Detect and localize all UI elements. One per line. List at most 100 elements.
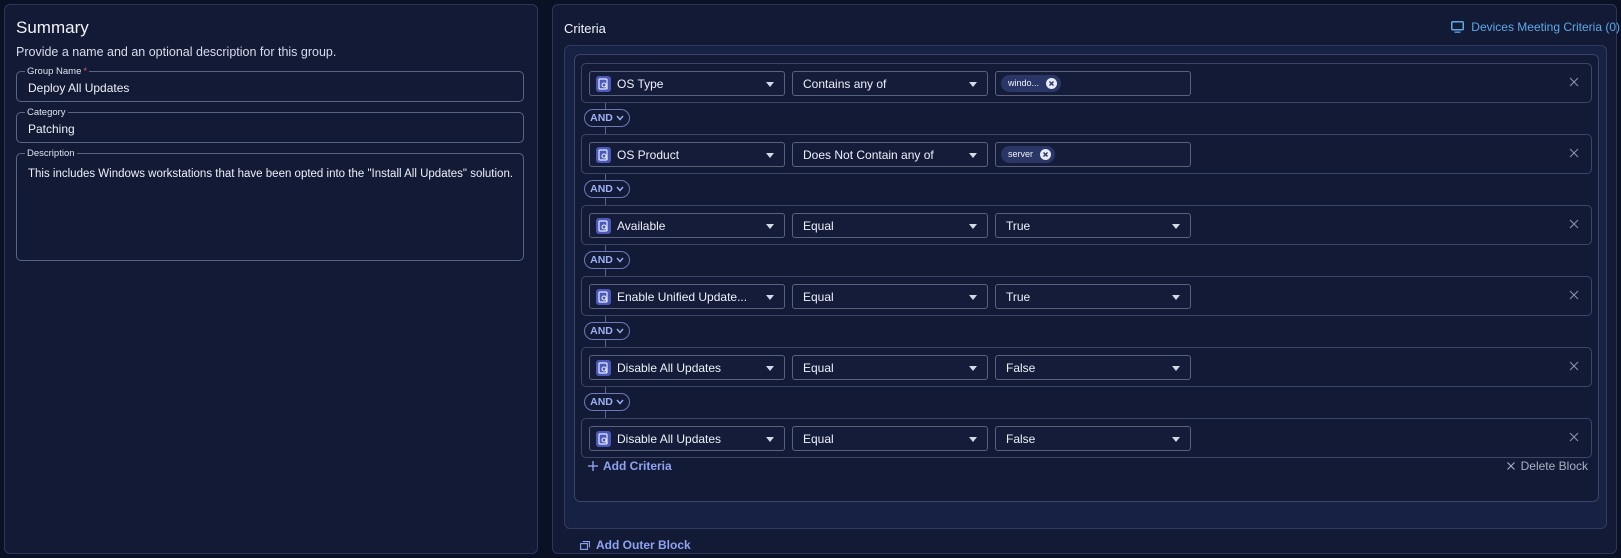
search-doc-icon <box>596 289 611 305</box>
field-select[interactable]: Available <box>589 213 785 238</box>
category-field[interactable]: Category Patching <box>16 107 524 143</box>
outer-block: OS Type Contains any of windo... AND OS … <box>564 45 1607 552</box>
chevron-down-icon <box>616 115 624 121</box>
value-select-value: True <box>1006 290 1031 304</box>
description-field[interactable]: Description This includes Windows workst… <box>16 148 524 261</box>
chip-label: windo... <box>1008 78 1040 88</box>
monitor-icon <box>1451 21 1465 33</box>
value-select-value: False <box>1006 361 1036 375</box>
category-label: Category <box>25 107 68 118</box>
inner-block: OS Type Contains any of windo... AND OS … <box>574 54 1599 502</box>
and-label: AND <box>590 325 613 337</box>
description-label: Description <box>25 148 77 159</box>
chevron-down-icon <box>969 82 977 87</box>
add-criteria-button[interactable]: Add Criteria <box>588 459 672 473</box>
operator-select[interactable]: Equal <box>792 426 988 451</box>
value-select[interactable]: True <box>995 213 1191 238</box>
chevron-down-icon <box>969 153 977 158</box>
add-criteria-label: Add Criteria <box>603 459 672 473</box>
chevron-down-icon <box>766 295 774 300</box>
delete-block-button[interactable]: Delete Block <box>1506 459 1588 473</box>
chevron-down-icon <box>766 437 774 442</box>
value-chip: server <box>1001 146 1056 163</box>
operator-select[interactable]: Equal <box>792 355 988 380</box>
plus-icon <box>588 461 598 471</box>
summary-title: Summary <box>16 18 89 37</box>
and-label: AND <box>590 112 613 124</box>
search-doc-icon <box>596 218 611 234</box>
and-toggle[interactable]: AND <box>584 251 630 269</box>
chevron-down-icon <box>1172 437 1180 442</box>
search-doc-icon <box>596 147 611 163</box>
search-doc-icon <box>596 76 611 92</box>
value-select-value: False <box>1006 432 1036 446</box>
field-select[interactable]: Disable All Updates <box>589 355 785 380</box>
chevron-down-icon <box>969 224 977 229</box>
add-outer-block-button[interactable]: Add Outer Block <box>580 538 691 552</box>
field-select-value: Enable Unified Update... <box>617 290 748 304</box>
criteria-row: OS Type Contains any of windo... <box>581 63 1592 103</box>
description-textarea[interactable]: This includes Windows workstations that … <box>28 168 513 180</box>
group-name-input[interactable]: Deploy All Updates <box>28 81 129 95</box>
chip-remove-icon[interactable] <box>1040 149 1052 160</box>
criteria-title: Criteria <box>564 21 606 36</box>
category-input[interactable]: Patching <box>28 122 75 136</box>
and-toggle[interactable]: AND <box>584 180 630 198</box>
value-multiselect[interactable]: server <box>995 142 1191 167</box>
field-select-value: Disable All Updates <box>617 432 722 446</box>
search-doc-icon <box>596 360 611 376</box>
criteria-row: Available Equal True <box>581 205 1592 245</box>
operator-select-value: Does Not Contain any of <box>803 148 934 162</box>
value-chip: windo... <box>1001 75 1062 92</box>
chevron-down-icon <box>969 295 977 300</box>
devices-link-label: Devices Meeting Criteria (0) <box>1471 20 1620 34</box>
required-mark: * <box>83 66 88 77</box>
and-label: AND <box>590 183 613 195</box>
value-select[interactable]: False <box>995 426 1191 451</box>
chevron-down-icon <box>1172 366 1180 371</box>
close-icon[interactable] <box>1569 77 1579 87</box>
operator-select[interactable]: Equal <box>792 284 988 309</box>
and-label: AND <box>590 396 613 408</box>
field-select[interactable]: OS Type <box>589 71 785 96</box>
devices-meeting-criteria-link[interactable]: Devices Meeting Criteria (0) <box>1451 20 1620 34</box>
add-outer-block-label: Add Outer Block <box>596 538 691 552</box>
value-multiselect[interactable]: windo... <box>995 71 1191 96</box>
chip-label: server <box>1008 149 1034 159</box>
chip-remove-icon[interactable] <box>1046 78 1058 89</box>
close-icon <box>1506 462 1515 470</box>
field-select-value: Available <box>617 219 666 233</box>
delete-block-label: Delete Block <box>1520 459 1588 473</box>
close-icon[interactable] <box>1569 361 1579 371</box>
and-toggle[interactable]: AND <box>584 322 630 340</box>
chevron-down-icon <box>616 257 624 263</box>
operator-select[interactable]: Equal <box>792 213 988 238</box>
operator-select-value: Equal <box>803 290 834 304</box>
field-select[interactable]: OS Product <box>589 142 785 167</box>
chevron-down-icon <box>616 328 624 334</box>
value-select[interactable]: False <box>995 355 1191 380</box>
operator-select[interactable]: Does Not Contain any of <box>792 142 988 167</box>
field-select-value: Disable All Updates <box>617 361 722 375</box>
operator-select-value: Equal <box>803 361 834 375</box>
value-select[interactable]: True <box>995 284 1191 309</box>
close-icon[interactable] <box>1569 432 1579 442</box>
and-toggle[interactable]: AND <box>584 109 630 127</box>
operator-select-value: Contains any of <box>803 77 887 91</box>
close-icon[interactable] <box>1569 219 1579 229</box>
field-select[interactable]: Enable Unified Update... <box>589 284 785 309</box>
search-doc-icon <box>596 431 611 447</box>
operator-select[interactable]: Contains any of <box>792 71 988 96</box>
chevron-down-icon <box>1172 295 1180 300</box>
operator-select-value: Equal <box>803 432 834 446</box>
field-select[interactable]: Disable All Updates <box>589 426 785 451</box>
and-toggle[interactable]: AND <box>584 393 630 411</box>
criteria-row: Disable All Updates Equal False <box>581 418 1592 458</box>
summary-subtitle: Provide a name and an optional descripti… <box>16 45 337 59</box>
field-select-value: OS Product <box>617 148 680 162</box>
chevron-down-icon <box>766 82 774 87</box>
field-select-value: OS Type <box>617 77 664 91</box>
close-icon[interactable] <box>1569 290 1579 300</box>
close-icon[interactable] <box>1569 148 1579 158</box>
group-name-field[interactable]: Group Name * Deploy All Updates <box>16 66 524 102</box>
